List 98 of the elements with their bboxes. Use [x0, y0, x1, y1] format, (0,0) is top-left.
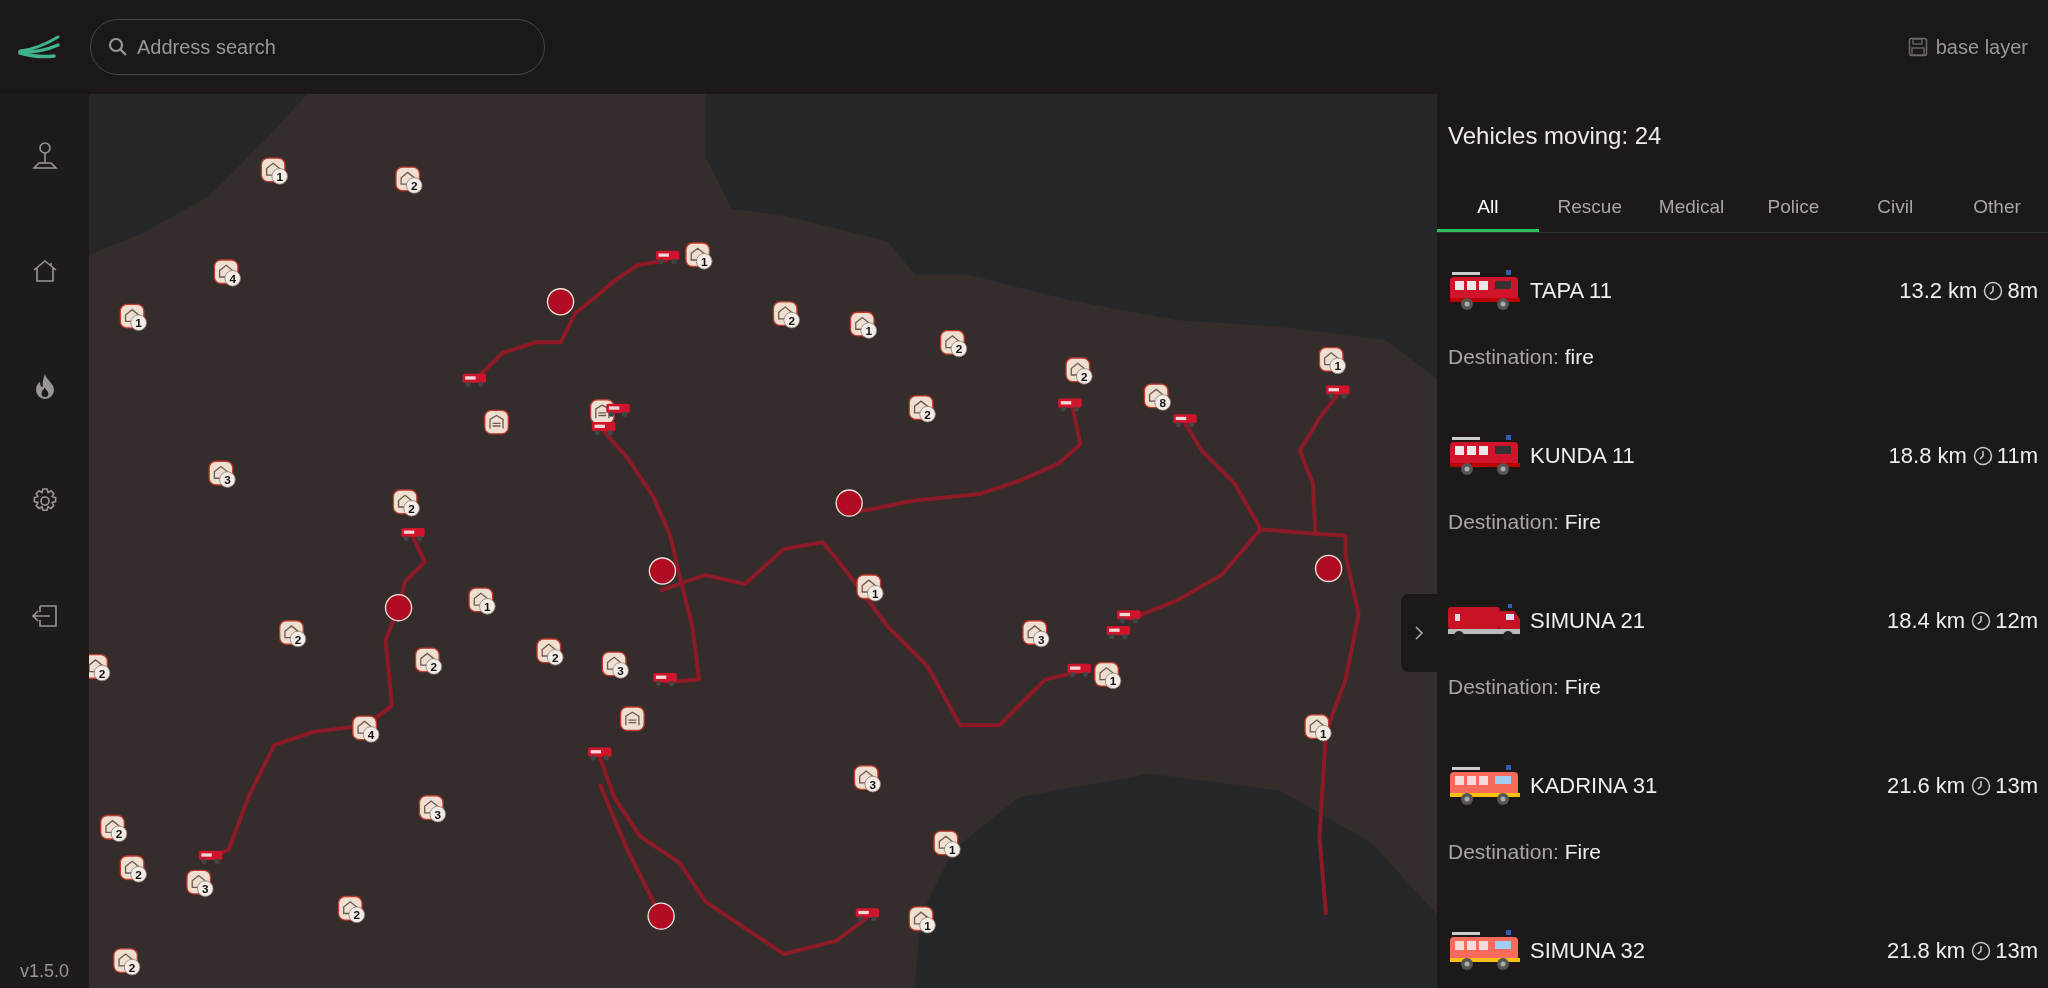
destination-text: Destination: Fire — [1448, 840, 1602, 864]
fire-engine-icon — [1448, 929, 1522, 973]
vehicle-name: SIMUNA 32 — [1530, 938, 1645, 964]
fire-truck-icon[interactable] — [587, 747, 612, 761]
logo-icon — [18, 35, 60, 59]
filter-tab[interactable]: All — [1437, 184, 1539, 232]
fire-truck-icon[interactable] — [606, 403, 630, 417]
station-marker[interactable]: 1 — [933, 830, 961, 858]
filter-tab[interactable]: Medical — [1640, 184, 1743, 232]
version-label: v1.5.0 — [19, 961, 69, 982]
clock-icon — [1983, 281, 2004, 301]
station-marker[interactable]: 2 — [536, 638, 564, 666]
incident-marker[interactable] — [1314, 554, 1343, 583]
fire-engine-icon — [1448, 764, 1522, 808]
fire-truck-icon[interactable] — [591, 422, 616, 436]
filter-tab[interactable]: Rescue — [1538, 184, 1641, 232]
incident-marker[interactable] — [648, 557, 677, 585]
distance-text: 13.2 km — [1899, 278, 1978, 304]
station-marker[interactable]: 3 — [418, 795, 446, 823]
station-marker[interactable]: 4 — [352, 715, 380, 743]
distance-text: 21.8 km — [1886, 938, 1966, 964]
search-field[interactable]: Address search — [90, 19, 545, 75]
fire-truck-icon[interactable] — [855, 908, 880, 922]
distance-text: 21.6 km — [1886, 773, 1966, 799]
fire-truck-icon[interactable] — [1117, 610, 1141, 624]
fire-truck-icon[interactable] — [1067, 663, 1091, 677]
filter-tab[interactable]: Police — [1742, 184, 1845, 232]
station-marker[interactable]: 2 — [940, 329, 968, 358]
fire-truck-icon[interactable] — [1173, 414, 1197, 428]
station-marker[interactable]: 1 — [1318, 346, 1346, 375]
fire-engine-icon — [1448, 269, 1522, 313]
clock-icon — [1972, 446, 1993, 466]
station-marker[interactable]: 8 — [1143, 383, 1171, 411]
station-marker[interactable]: 2 — [395, 166, 423, 194]
station-marker[interactable]: 1 — [260, 157, 288, 185]
eta-text: 12m — [1995, 608, 2038, 634]
distance-text: 18.8 km — [1888, 443, 1967, 469]
station-marker[interactable]: 1 — [468, 587, 496, 615]
base-layer-button[interactable]: base layer — [1899, 29, 2036, 65]
filter-tab[interactable]: Other — [1946, 184, 2048, 232]
destination-text: Destination: Fire — [1448, 675, 1602, 699]
vehicle-name: KADRINA 31 — [1530, 773, 1658, 799]
station-marker[interactable]: 2 — [392, 489, 420, 517]
eta-text: 8m — [2007, 278, 2038, 304]
station-marker[interactable]: 2 — [113, 948, 141, 976]
vehicle-name: SIMUNA 21 — [1530, 608, 1645, 634]
station-marker[interactable]: 2 — [100, 814, 128, 842]
distance-text: 18.4 km — [1886, 608, 1966, 634]
station-marker[interactable]: 2 — [337, 895, 365, 924]
fire-truck-icon[interactable] — [401, 527, 425, 541]
station-marker[interactable]: 1 — [908, 906, 936, 934]
station-marker[interactable]: 1 — [1094, 661, 1122, 690]
filter-tab[interactable]: Civil — [1844, 184, 1947, 232]
station-marker[interactable]: 2 — [414, 647, 443, 675]
station-marker[interactable]: 2 — [89, 654, 111, 682]
fire-truck-icon[interactable] — [1058, 398, 1082, 412]
vehicle-name: KUNDA 11 — [1530, 443, 1635, 469]
eta-text: 13m — [1995, 773, 2038, 799]
vehicles-moving-title: Vehicles moving: 24 — [1448, 122, 1663, 150]
station-marker[interactable]: 3 — [601, 651, 629, 679]
eta-text: 13m — [1995, 938, 2038, 964]
station-marker[interactable]: 2 — [279, 620, 307, 648]
station-marker[interactable]: 3 — [853, 765, 881, 793]
fire-truck-icon[interactable] — [655, 250, 680, 264]
chevron-right-icon — [1414, 625, 1424, 641]
station-marker[interactable]: 3 — [208, 460, 236, 488]
station-marker[interactable] — [619, 706, 645, 732]
search-icon — [108, 37, 128, 57]
clock-icon — [1971, 941, 1992, 961]
station-marker[interactable]: 4 — [213, 259, 241, 287]
station-marker[interactable]: 3 — [186, 869, 214, 897]
fire-truck-icon[interactable] — [1106, 625, 1131, 640]
station-marker[interactable]: 1 — [685, 242, 713, 270]
eta-text: 11m — [1996, 443, 2038, 469]
fire-truck-icon[interactable] — [653, 673, 677, 687]
fire-truck-icon[interactable] — [462, 373, 487, 387]
clock-icon — [1971, 776, 1992, 796]
incident-marker[interactable] — [384, 593, 413, 622]
incident-marker[interactable] — [647, 902, 675, 930]
destination-text: Destination: Fire — [1448, 510, 1602, 534]
fire-engine-icon — [1448, 434, 1522, 478]
station-marker[interactable]: 1 — [856, 574, 884, 602]
station-marker[interactable]: 1 — [849, 311, 878, 339]
station-marker[interactable]: 3 — [1022, 620, 1050, 648]
station-marker[interactable]: 2 — [772, 301, 800, 329]
station-marker[interactable]: 2 — [908, 395, 936, 423]
station-marker[interactable]: 1 — [119, 303, 147, 331]
station-marker[interactable]: 2 — [1065, 357, 1093, 385]
station-marker[interactable]: 1 — [1304, 714, 1332, 742]
station-marker[interactable] — [484, 409, 509, 435]
fire-truck-icon[interactable] — [198, 850, 223, 864]
fire-truck-icon[interactable] — [1325, 385, 1350, 399]
clock-icon — [1971, 611, 1992, 631]
station-marker[interactable]: 2 — [119, 855, 147, 883]
destination-text: Destination: fire — [1448, 345, 1595, 369]
incident-marker[interactable] — [835, 489, 863, 517]
incident-marker[interactable] — [546, 288, 575, 316]
vehicle-name: TAPA 11 — [1530, 278, 1612, 304]
